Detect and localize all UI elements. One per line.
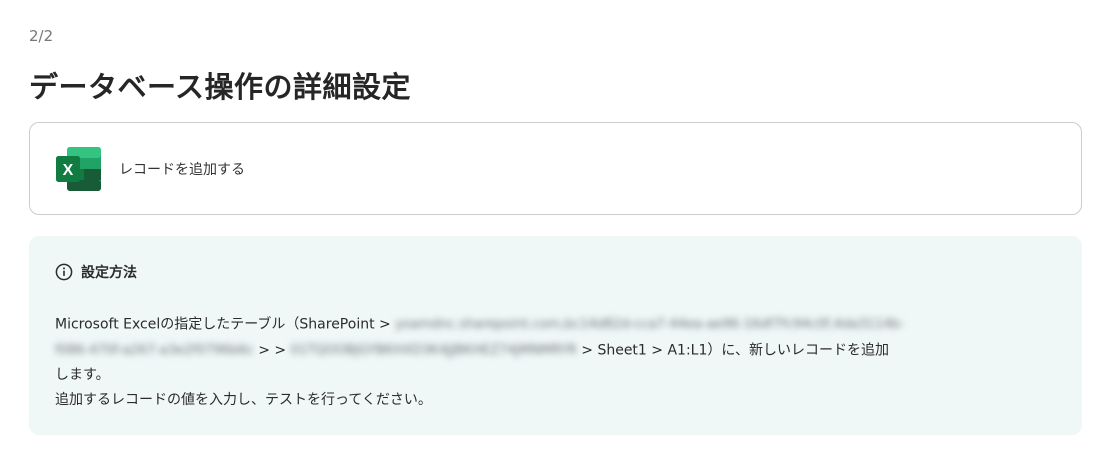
redacted-site-id-tail: f086-470f-a267-a3e2f0796b6c (55, 342, 254, 358)
instructions-title: 設定方法 (81, 265, 137, 281)
action-label: レコードを追加する (119, 161, 245, 178)
svg-text:X: X (63, 162, 74, 179)
instructions-line-1: Microsoft Excelの指定したテーブル（SharePoint > yo… (55, 312, 1055, 338)
instructions-text: > Sheet1 > A1:L1）に、新しいレコードを追加 (581, 342, 889, 358)
instructions-body: Microsoft Excelの指定したテーブル（SharePoint > yo… (55, 312, 1055, 413)
redacted-file-id: 01TQOOBJGYBKHXD3K4JJBKHEZ74JMNMRYR (290, 342, 577, 358)
action-card[interactable]: X レコードを追加する (29, 122, 1082, 215)
instructions-header: 設定方法 (55, 262, 1056, 282)
info-circle-icon (55, 263, 73, 281)
instructions-line-3: します。 (55, 367, 110, 383)
page-title: データベース操作の詳細設定 (29, 70, 412, 104)
path-separator: > > (258, 342, 287, 358)
instructions-text: Microsoft Excelの指定したテーブル（SharePoint > (55, 316, 391, 333)
excel-icon: X (56, 146, 101, 191)
instructions-line-2: f086-470f-a267-a3e2f0796b6c > > 01TQOOBJ… (55, 338, 1055, 364)
redacted-site-id: yoamdnc.sharepoint.com,bc14d82d-cca7-44e… (395, 317, 905, 332)
step-indicator: 2/2 (29, 27, 54, 45)
page: 2/2 データベース操作の詳細設定 X レコードを追加する 設定方法 Micro… (0, 0, 1101, 458)
instructions-line-4: 追加するレコードの値を入力し、テストを行ってください。 (55, 392, 432, 408)
setup-instructions-panel: 設定方法 Microsoft Excelの指定したテーブル（SharePoint… (29, 236, 1082, 435)
